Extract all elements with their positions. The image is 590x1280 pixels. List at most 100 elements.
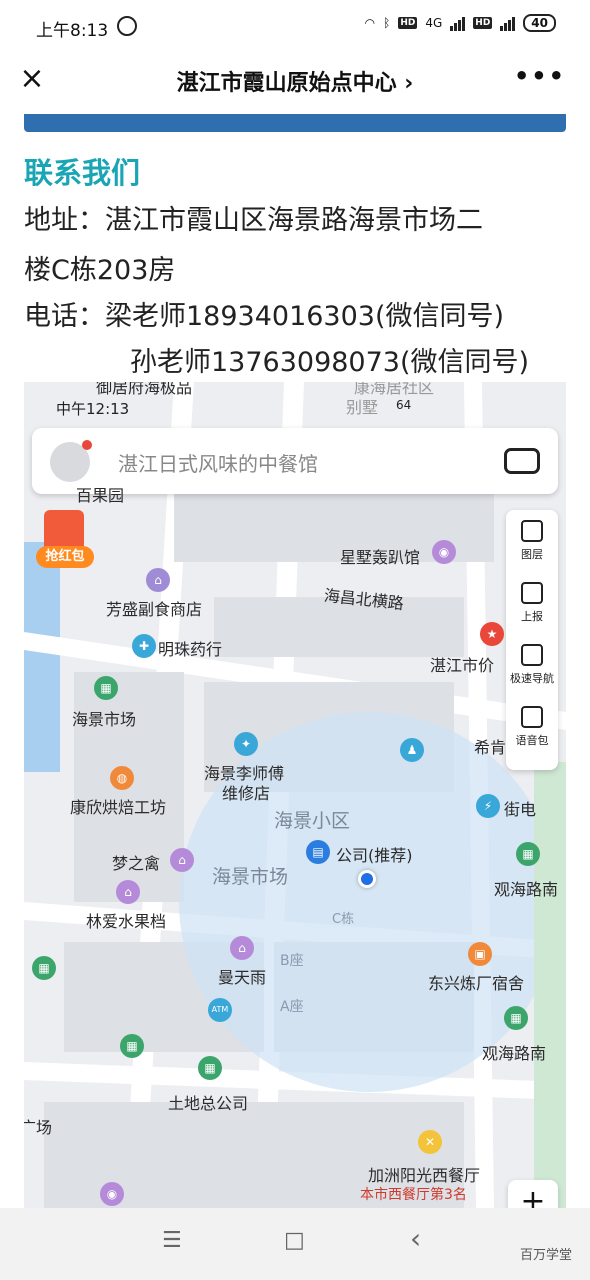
market-icon: ▦ bbox=[94, 676, 118, 700]
pharmacy-icon: ✚ bbox=[132, 634, 156, 658]
scan-icon[interactable] bbox=[504, 448, 540, 474]
map-poi: 百果园 bbox=[76, 486, 125, 505]
market-icon: ▦ bbox=[198, 1056, 222, 1080]
map-poi: 御居府海极品 bbox=[96, 382, 193, 397]
back-icon[interactable]: ‹ bbox=[410, 1222, 421, 1255]
address-line: 楼C栋203房 bbox=[24, 255, 176, 286]
my-location-marker bbox=[358, 870, 376, 888]
zoom-in-button[interactable]: + bbox=[508, 1180, 558, 1208]
home-icon[interactable]: □ bbox=[284, 1228, 305, 1253]
atm-icon: ATM bbox=[208, 998, 232, 1022]
market-icon: ▦ bbox=[516, 842, 540, 866]
voice-pack-button[interactable]: 语音包 bbox=[506, 696, 558, 758]
map-poi: 本市西餐厅第3名 bbox=[360, 1187, 467, 1203]
map-battery: 64 bbox=[396, 398, 412, 412]
map-poi: 土地总公司 bbox=[168, 1094, 249, 1113]
map-poi: 湛江市价 bbox=[430, 656, 495, 675]
market-icon: ▦ bbox=[504, 1006, 528, 1030]
phone-line[interactable]: 电话：梁老师18934016303(微信同号) bbox=[24, 294, 504, 333]
bakery-icon: ◍ bbox=[110, 766, 134, 790]
tool-label: 上报 bbox=[521, 610, 543, 623]
alarm-icon bbox=[117, 16, 137, 36]
restroom-icon: ♟ bbox=[400, 738, 424, 762]
nav-button[interactable]: 极速导航 bbox=[506, 634, 558, 696]
shop-icon: ⌂ bbox=[230, 936, 254, 960]
status-bar: 上午8:13 ◠ ᛒ HD 4G HD 40 bbox=[0, 0, 590, 52]
map-poi: 维修店 bbox=[222, 784, 271, 803]
map-poi: 明珠药行 bbox=[158, 640, 223, 659]
map-poi: 观海路南 bbox=[482, 1044, 547, 1063]
map-poi: 林爱水果档 bbox=[86, 912, 167, 931]
map-poi: 星墅轰趴馆 bbox=[340, 548, 421, 567]
status-icons: ◠ ᛒ HD 4G HD 40 bbox=[365, 14, 556, 32]
star-icon: ★ bbox=[480, 622, 504, 646]
status-time: 上午8:13 bbox=[36, 21, 109, 41]
map-poi: 东兴炼厂宿舍 bbox=[428, 974, 525, 993]
map-poi: 芳盛副食商店 bbox=[106, 600, 203, 619]
restaurant-icon: ✕ bbox=[418, 1130, 442, 1154]
nav-bar: × 湛江市霞山原始点中心 › ••• bbox=[0, 52, 590, 110]
map-poi: 街电 bbox=[504, 800, 537, 819]
map-poi: B座 bbox=[280, 953, 304, 969]
phone-line[interactable]: 孙老师13763098073(微信同号) bbox=[130, 340, 529, 379]
search-input[interactable]: 湛江日式风味的中餐馆 bbox=[118, 448, 318, 477]
wifi-icon: ◠ bbox=[364, 16, 376, 30]
address-line: 地址：湛江市霞山区海景路海景市场二 bbox=[24, 205, 483, 236]
avatar[interactable] bbox=[50, 440, 92, 482]
map-screenshot[interactable]: 中午12:13 64 湛江日式风味的中餐馆 抢红包 图层 上报 极速导航 语音包… bbox=[24, 382, 566, 1208]
shop-icon: ⌂ bbox=[146, 568, 170, 592]
bluetooth-icon: ᛒ bbox=[383, 16, 391, 30]
map-toolbar: 图层 上报 极速导航 语音包 bbox=[506, 510, 558, 770]
navigation-icon bbox=[521, 644, 543, 666]
watermark: 百万学堂 bbox=[519, 1248, 572, 1263]
map-poi: C栋 bbox=[332, 912, 355, 927]
more-icon[interactable]: ••• bbox=[514, 62, 566, 90]
network-label: 4G bbox=[425, 16, 443, 30]
section-heading: 联系我们 bbox=[24, 156, 141, 190]
red-packet-label: 抢红包 bbox=[36, 546, 94, 568]
map-status-bar: 中午12:13 64 bbox=[56, 398, 411, 419]
layers-icon bbox=[521, 520, 543, 542]
hd-icon: HD bbox=[473, 17, 493, 29]
signal-icon bbox=[450, 15, 466, 31]
map-poi: 加洲阳光西餐厅 bbox=[368, 1166, 481, 1185]
map-poi: 海景市场 bbox=[212, 866, 289, 888]
edit-icon bbox=[521, 582, 543, 604]
battery-icon: 40 bbox=[523, 14, 556, 32]
banner-image bbox=[24, 114, 566, 132]
map-poi: 公司(推荐) bbox=[336, 846, 413, 865]
company-icon: ▤ bbox=[306, 840, 330, 864]
fruit-shop-icon: ⌂ bbox=[116, 880, 140, 904]
tool-label: 语音包 bbox=[515, 734, 549, 747]
power-bank-icon: ⚡ bbox=[476, 794, 500, 818]
dormitory-icon: ▣ bbox=[468, 942, 492, 966]
map-poi: 梦之禽 bbox=[112, 854, 161, 873]
menu-icon[interactable]: ☰ bbox=[162, 1228, 182, 1253]
layers-button[interactable]: 图层 bbox=[506, 510, 558, 572]
market-icon: ▦ bbox=[120, 1034, 144, 1058]
map-status-time: 中午12:13 bbox=[56, 400, 130, 418]
shop-icon: ⌂ bbox=[170, 848, 194, 872]
map-poi: 观海路南 bbox=[494, 880, 559, 899]
report-button[interactable]: 上报 bbox=[506, 572, 558, 634]
map-poi: 曼天雨 bbox=[218, 968, 267, 987]
red-packet-button[interactable]: 抢红包 bbox=[36, 510, 94, 568]
map-poi: 康欣烘焙工坊 bbox=[70, 798, 167, 817]
signal-icon bbox=[500, 15, 516, 31]
map-poi: 别墅 bbox=[346, 398, 379, 417]
entertainment-icon: ◉ bbox=[432, 540, 456, 564]
map-poi: 海景市场 bbox=[72, 710, 137, 729]
hd-icon: HD bbox=[398, 17, 418, 29]
voice-icon bbox=[521, 706, 543, 728]
map-poi: 希肯 bbox=[474, 738, 507, 757]
map-poi: 广场 bbox=[24, 1118, 53, 1137]
tool-label: 极速导航 bbox=[510, 672, 554, 685]
system-nav-bar: ☰ □ ‹ bbox=[0, 1208, 590, 1280]
place-icon: ◉ bbox=[100, 1182, 124, 1206]
page-title[interactable]: 湛江市霞山原始点中心 › bbox=[0, 65, 590, 97]
map-poi: A座 bbox=[280, 999, 304, 1015]
repair-icon: ✦ bbox=[234, 732, 258, 756]
map-poi: 海景小区 bbox=[274, 810, 351, 832]
tool-label: 图层 bbox=[521, 548, 543, 561]
market-icon: ▦ bbox=[32, 956, 56, 980]
